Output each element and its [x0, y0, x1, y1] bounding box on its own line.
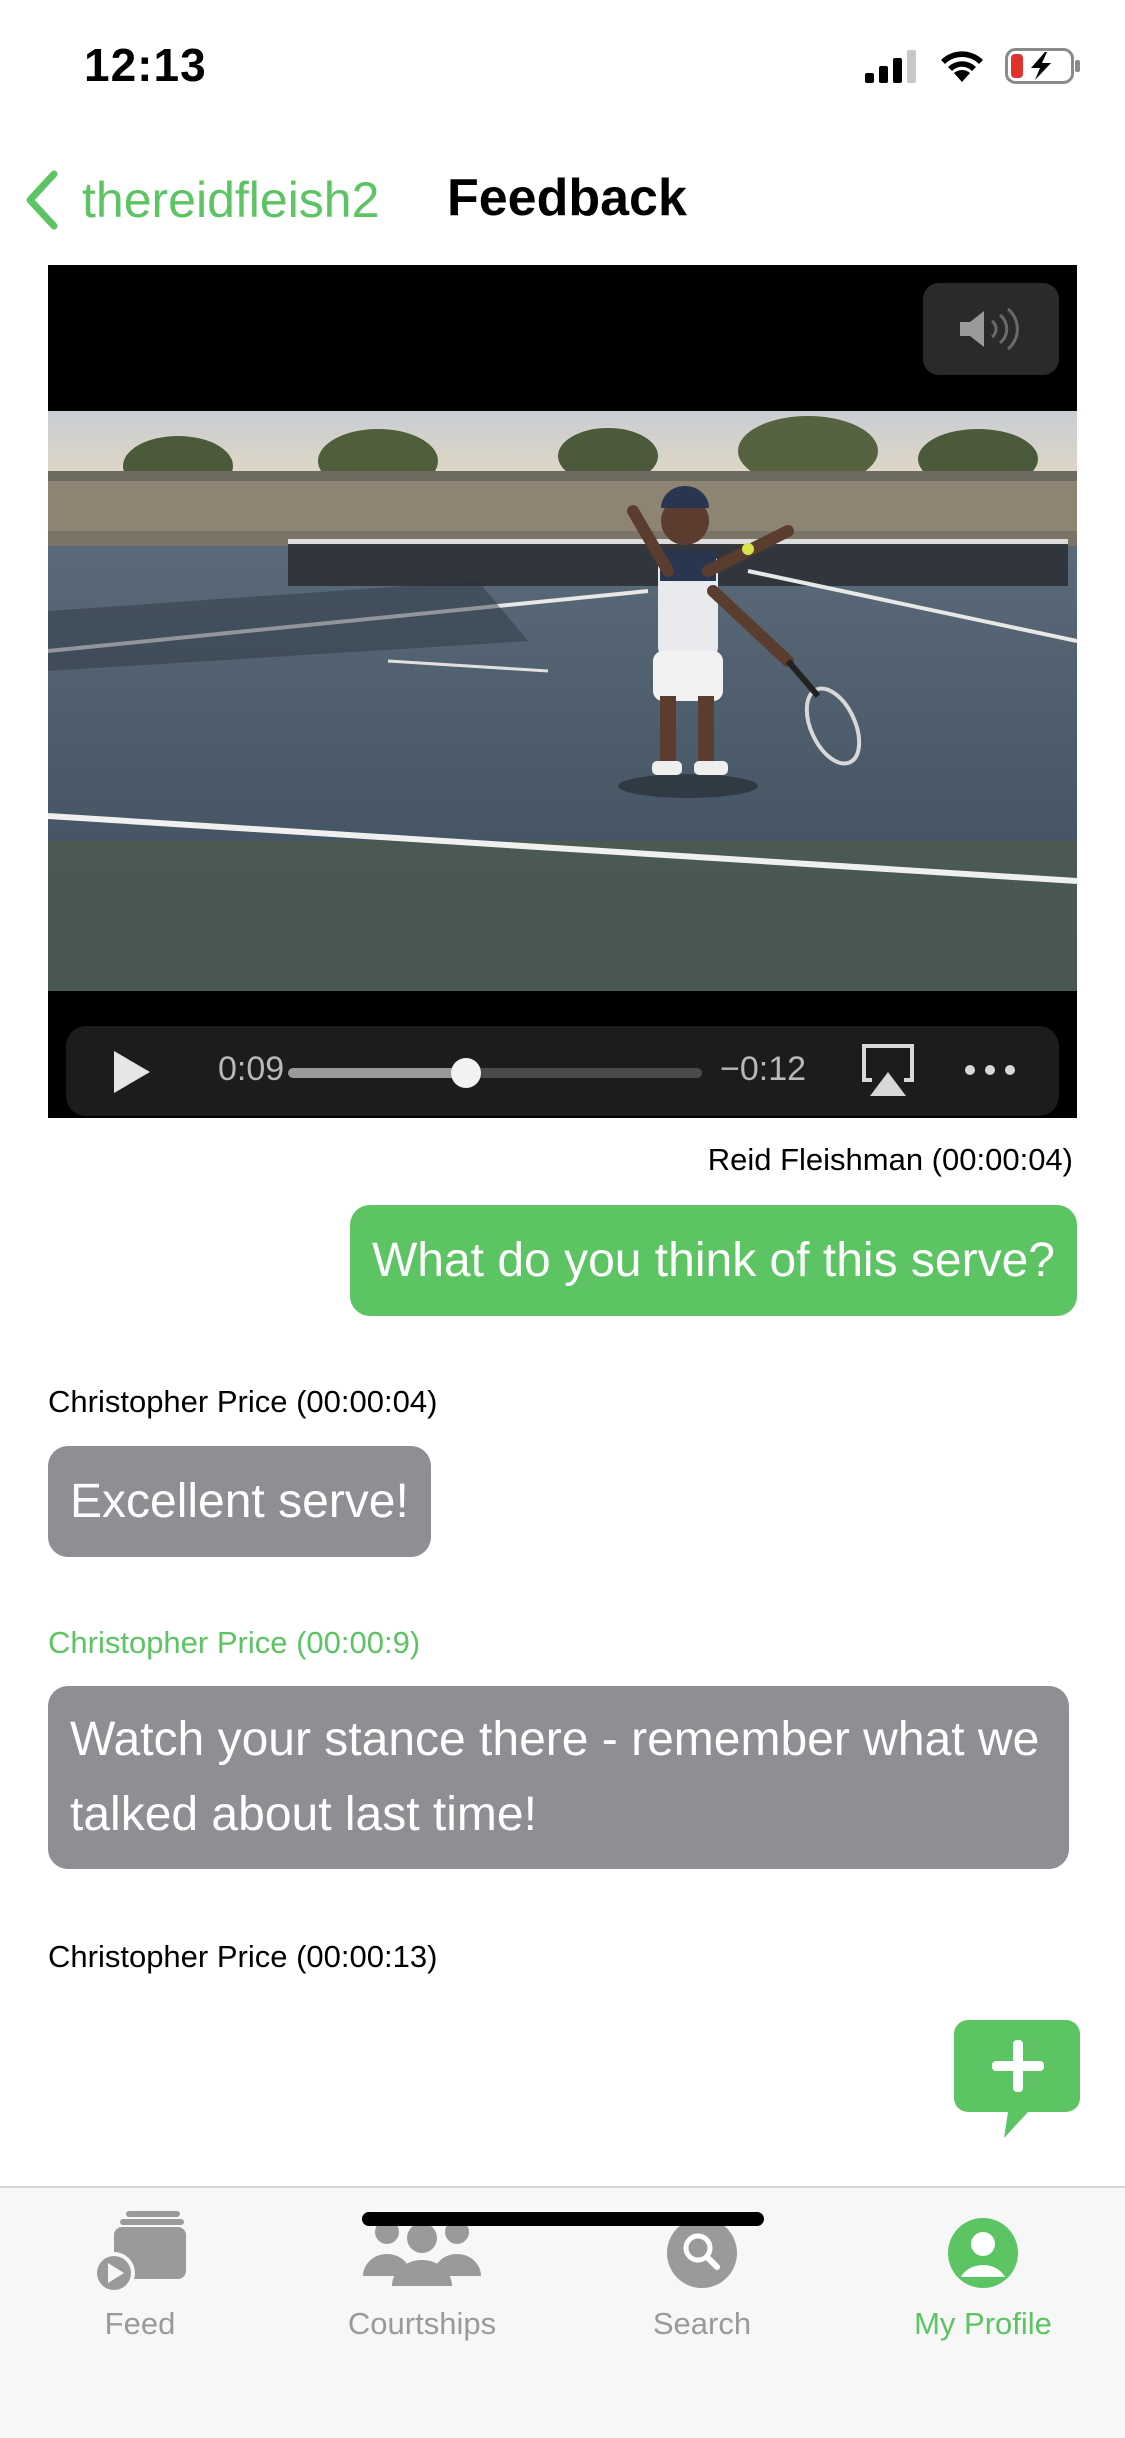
battery-icon: [1005, 48, 1080, 84]
wifi-icon: [941, 51, 983, 82]
current-time: 0:09: [218, 1050, 285, 1088]
tab-label: Search: [652, 2306, 752, 2341]
message-author-time: Christopher Price (00:00:13): [48, 1939, 438, 1974]
back-label: thereidfleish2: [82, 172, 380, 228]
scrubber[interactable]: [288, 1058, 702, 1088]
remaining-time: −0:12: [720, 1050, 807, 1088]
more-options-icon[interactable]: [962, 1042, 1018, 1098]
profile-icon: [948, 2218, 1018, 2288]
message-bubble-incoming: Watch your stance there - remember what …: [48, 1686, 1069, 1869]
add-comment-button[interactable]: [954, 2020, 1080, 2140]
home-indicator: [362, 2212, 764, 2226]
video-player[interactable]: 0:09 −0:12: [48, 265, 1077, 1118]
group-icon: [363, 2220, 481, 2286]
message-author-time: Christopher Price (00:00:04): [48, 1384, 438, 1419]
play-button[interactable]: [110, 1048, 154, 1096]
scrubber-progress: [288, 1068, 467, 1078]
speaker-icon: [960, 307, 1019, 351]
message-bubble-incoming: Excellent serve!: [48, 1446, 431, 1557]
tab-label: Feed: [104, 2306, 176, 2341]
video-frame: [48, 411, 1077, 991]
scrubber-thumb[interactable]: [451, 1058, 482, 1088]
message-bubble-outgoing: What do you think of this serve?: [349, 1205, 1077, 1316]
navigation-bar: thereidfleish2 Feedback: [0, 160, 1125, 240]
tab-courtships[interactable]: Courtships: [312, 2208, 532, 2342]
airplay-icon[interactable]: [858, 1042, 918, 1098]
tab-label: My Profile: [914, 2306, 1052, 2341]
playback-controls: 0:09 −0:12: [66, 1026, 1059, 1116]
tab-label: Courtships: [347, 2306, 497, 2341]
chevron-left-icon: [26, 170, 58, 230]
search-icon: [667, 2218, 737, 2288]
status-icons: [865, 46, 1081, 86]
back-button[interactable]: thereidfleish2: [24, 170, 379, 230]
mute-button[interactable]: [923, 283, 1059, 375]
tab-my-profile[interactable]: My Profile: [873, 2208, 1093, 2342]
status-time: 12:13: [84, 39, 207, 91]
tab-feed[interactable]: Feed: [30, 2208, 250, 2342]
page-title: Feedback: [447, 169, 687, 227]
message-author-time: Reid Fleishman (00:00:04): [707, 1142, 1073, 1177]
message-author-time: Christopher Price (00:00:9): [48, 1625, 421, 1660]
status-bar: 12:13: [0, 0, 1125, 135]
tab-search[interactable]: Search: [592, 2208, 812, 2342]
signal-icon: [865, 50, 916, 83]
feed-icon: [93, 2211, 186, 2294]
